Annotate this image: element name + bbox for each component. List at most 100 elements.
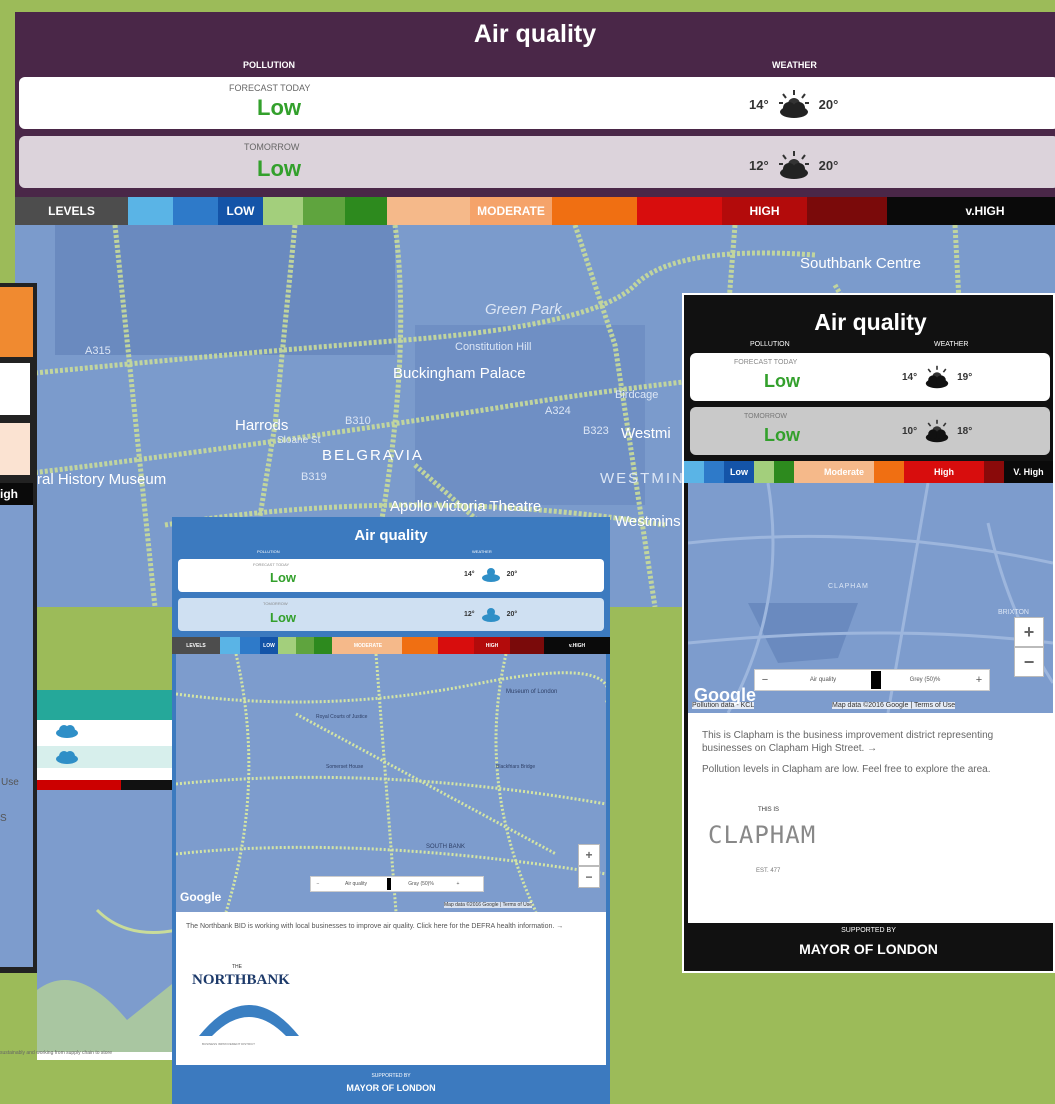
clapham-slider-left: Air quality <box>809 677 837 683</box>
tomorrow-low: 12° <box>749 157 769 173</box>
clapham-levels-bar: Low Moderate High V. High <box>684 461 1053 483</box>
northbank-level-vhigh: v.HIGH <box>568 642 586 649</box>
northbank-slider-minus[interactable]: − <box>311 881 325 887</box>
clapham-zoom-in[interactable]: + <box>1014 617 1044 647</box>
clapham-attribution[interactable]: Map data ©2016 Google | Terms of Use <box>832 702 956 709</box>
northbank-slider-left: Air quality <box>345 881 367 887</box>
map-label-a324: A324 <box>545 405 571 417</box>
clapham-slider-minus[interactable]: − <box>755 674 775 686</box>
northbank-tomorrow-value: Low <box>270 610 296 625</box>
northbank-slider[interactable]: − Air quality Gray (50)% + <box>310 876 484 892</box>
clapham-slider[interactable]: − Air quality Grey (50)% + <box>754 669 990 691</box>
clapham-weather-header: WEATHER <box>934 341 969 348</box>
clapham-pollution-header: POLLUTION <box>750 341 790 348</box>
clapham-logo-est: EST. 477 <box>756 868 781 874</box>
clapham-today-high: 19° <box>957 371 973 383</box>
level-moderate: MODERATE <box>477 204 545 218</box>
tomorrow-label: TOMORROW <box>244 142 300 152</box>
today-label: FORECAST TODAY <box>229 83 311 93</box>
today-weather: 14° 20° <box>749 89 838 119</box>
sun-cloud-icon <box>778 151 809 179</box>
northbank-map[interactable]: Royal Courts of Justice Somerset House M… <box>176 654 606 912</box>
teal-partial-widget <box>37 690 178 1060</box>
level-vhigh: v.HIGH <box>965 204 1005 218</box>
today-low: 14° <box>749 96 769 112</box>
northbank-zoom-in[interactable]: + <box>578 844 600 866</box>
clapham-level-low: Low <box>730 467 748 477</box>
northbank-today-row: FORECAST TODAY Low 14° 20° <box>178 559 604 592</box>
tomorrow-weather: 12° 20° <box>749 150 838 180</box>
map-label-museum: ral History Museum <box>37 471 167 488</box>
northbank-slider-right: Gray (50)% <box>408 881 434 887</box>
clapham-tomorrow-high: 18° <box>957 425 973 437</box>
clapham-level-vhigh: V. High <box>1013 467 1044 477</box>
bottom-left-text: sustainably and working from supply chai… <box>0 1050 113 1056</box>
clapham-title: Air quality <box>814 309 927 335</box>
level-high: HIGH <box>749 204 780 218</box>
northbank-map-label-somerset: Somerset House <box>326 764 364 770</box>
sun-cloud-icon <box>481 568 500 582</box>
clapham-zoom-out[interactable]: − <box>1014 647 1044 677</box>
northbank-level-moderate: MODERATE <box>353 642 383 649</box>
northbank-bridge-logo <box>199 1005 299 1036</box>
northbank-tomorrow-row: TOMORROW Low 12° 20° <box>178 598 604 631</box>
map-label-harrods: Harrods <box>235 417 289 434</box>
northbank-tomorrow-label: TOMORROW <box>263 601 288 606</box>
map-label-sloane: Sloane St <box>277 435 321 446</box>
clapham-tomorrow-weather: 10° 18° <box>902 419 972 443</box>
northbank-attribution[interactable]: Map data ©2016 Google | Terms of Use <box>444 902 532 908</box>
clapham-content: This is Clapham is the business improvem… <box>688 713 1053 923</box>
map-label-b319: B319 <box>301 471 327 483</box>
cloud-icon <box>55 724 79 743</box>
today-value: Low <box>257 95 301 120</box>
map-label-a315: A315 <box>85 345 111 357</box>
clapham-slider-handle[interactable] <box>871 671 881 689</box>
northbank-title: Air quality <box>354 527 428 544</box>
northbank-today-value: Low <box>270 570 296 585</box>
levels-bar: LEVELS LOW MODERATE HIGH v.HIGH <box>15 197 1055 225</box>
clapham-levels-text: Pollution levels in Clapham are low. Fee… <box>702 764 991 775</box>
map-label-belgravia: BELGRAVIA <box>322 447 424 464</box>
cloud-icon <box>55 750 79 769</box>
northbank-pollution-header: POLLUTION <box>257 549 280 554</box>
tomorrow-high: 20° <box>818 157 839 173</box>
northbank-logo-sub: BUSINESS IMPROVEMENT DISTRICT <box>202 1042 255 1046</box>
map-label-constitution: Constitution Hill <box>455 341 532 353</box>
left-partial-level-fragment: igh <box>0 483 33 505</box>
northbank-map-label-blackfriars: Blackfriars Bridge <box>496 764 536 770</box>
clapham-map-label-brixton: BRIXTON <box>998 609 1029 616</box>
left-partial-widget: igh <box>0 283 37 973</box>
northbank-tomorrow-high: 20° <box>506 610 518 618</box>
northbank-tomorrow-low: 12° <box>464 610 475 618</box>
sun-cloud-icon <box>925 419 949 443</box>
northbank-weather-header: WEATHER <box>472 549 492 554</box>
map-label-green-park: Green Park <box>485 301 562 318</box>
northbank-slider-plus[interactable]: + <box>451 881 465 887</box>
northbank-today-weather: 14° 20° <box>464 566 517 582</box>
northbank-tomorrow-weather: 12° 20° <box>464 606 517 622</box>
northbank-zoom-out[interactable]: − <box>578 866 600 888</box>
northbank-widget: Air quality POLLUTION WEATHER FORECAST T… <box>172 517 610 1104</box>
clapham-map[interactable]: CLAPHAM BRIXTON Google − Air quality Gre… <box>688 483 1053 713</box>
northbank-description[interactable]: The Northbank BID is working with local … <box>186 922 596 932</box>
clapham-slider-plus[interactable]: + <box>969 674 989 686</box>
clapham-description[interactable]: This is Clapham is the business improvem… <box>702 729 1042 755</box>
clapham-map-label-clapham: CLAPHAM <box>828 583 869 590</box>
left-use-text[interactable]: Use <box>1 777 19 788</box>
clapham-today-value: Low <box>764 371 800 391</box>
clapham-logo-name: CLAPHAM <box>708 821 817 849</box>
map-label-southbank: Southbank Centre <box>800 255 921 272</box>
map-label-buckingham: Buckingham Palace <box>393 365 526 382</box>
clapham-today-row: FORECAST TODAY Low 14° 19° <box>690 353 1050 401</box>
sun-cloud-icon <box>481 608 500 622</box>
northbank-levels-label: LEVELS <box>186 642 206 649</box>
map-label-apollo: Apollo Victoria Theatre <box>390 498 542 515</box>
clapham-tomorrow-label: TOMORROW <box>744 413 788 420</box>
main-title: Air quality <box>473 20 597 48</box>
northbank-levels-bar: LEVELS LOW MODERATE HIGH v.HIGH <box>172 637 610 654</box>
tomorrow-value: Low <box>257 156 301 181</box>
clapham-widget: Air quality POLLUTION WEATHER FORECAST T… <box>682 293 1055 973</box>
sun-cloud-icon <box>925 365 949 389</box>
map-label-westmi: Westmi <box>621 425 671 442</box>
level-low: LOW <box>226 204 255 218</box>
